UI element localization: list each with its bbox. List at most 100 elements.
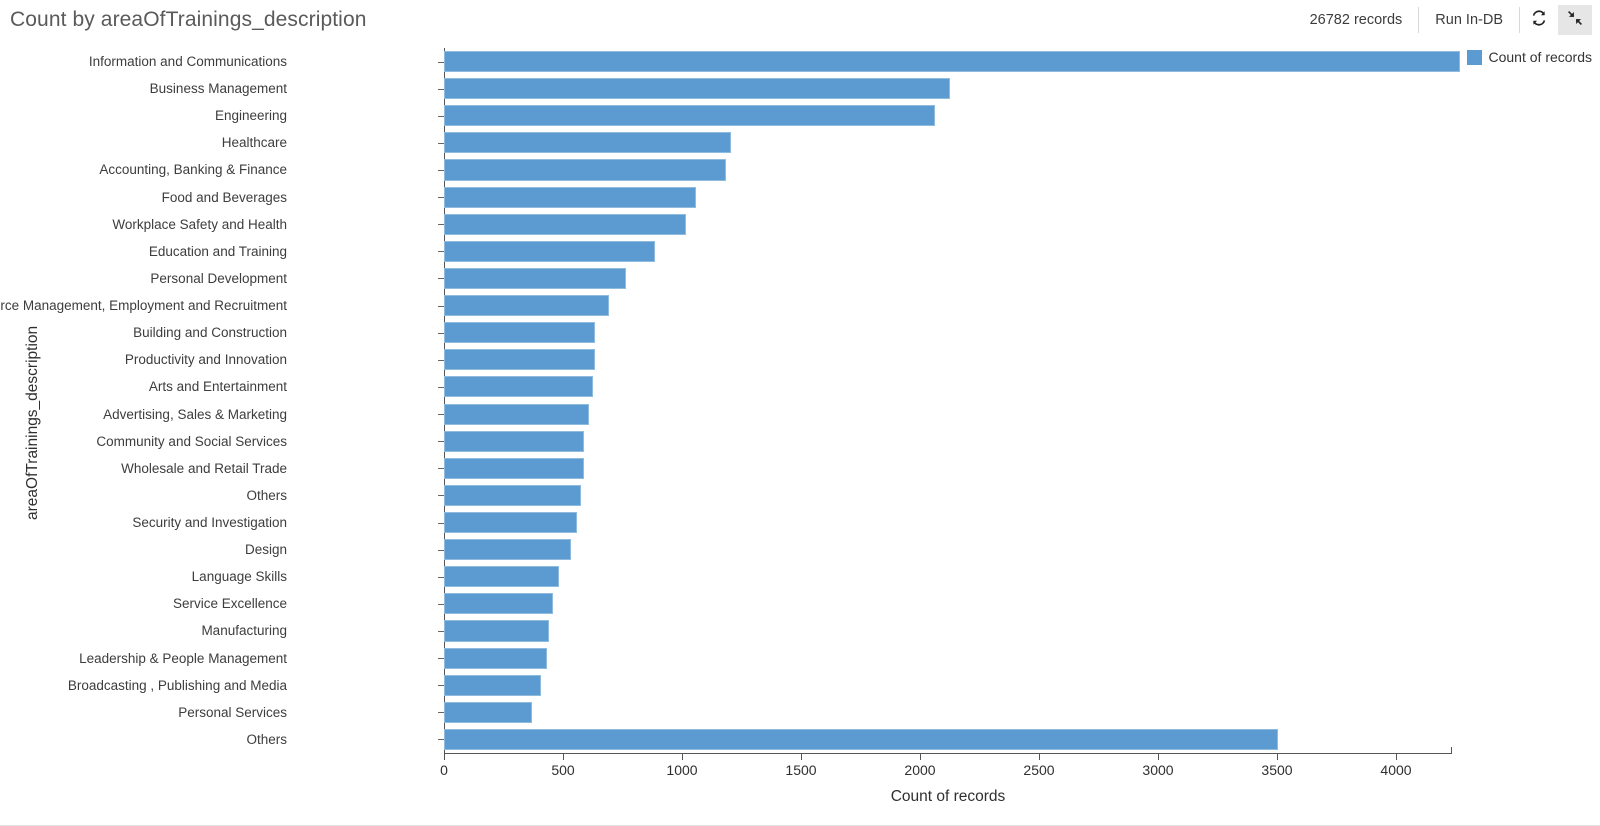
y-axis-tick-label: Healthcare: [221, 135, 287, 151]
bar[interactable]: [444, 593, 553, 615]
bar-row: Personal Development: [150, 265, 1451, 292]
x-axis-title: Count of records: [890, 788, 1006, 805]
plot-area: Information and Communications Business M…: [0, 48, 1461, 753]
refresh-icon: [1530, 9, 1548, 31]
bar[interactable]: [444, 51, 1461, 73]
y-axis-tick-label: Broadcasting , Publishing and Media: [67, 677, 287, 693]
x-axis-tick: [920, 754, 921, 760]
bar[interactable]: [444, 620, 549, 642]
bar[interactable]: [444, 159, 727, 181]
bar[interactable]: [444, 457, 584, 479]
bar[interactable]: [444, 511, 577, 534]
bar[interactable]: [444, 267, 627, 290]
bar[interactable]: [444, 701, 532, 723]
bar-row: Service Excellence: [173, 590, 1451, 617]
y-axis-tick-label: Personal Services: [178, 704, 287, 720]
bar[interactable]: [444, 78, 951, 100]
bar[interactable]: [444, 376, 593, 398]
bar[interactable]: [444, 295, 609, 317]
bar-row: Language Skills: [192, 563, 1451, 590]
x-axis-tick: [682, 754, 683, 760]
x-axis-tick-label: 2500: [1023, 762, 1055, 778]
bar-row: Accounting, Banking & Finance: [99, 156, 1451, 183]
bar-row: Building and Construction: [133, 319, 1451, 346]
x-axis-tick-label: 500: [551, 762, 575, 778]
x-axis-tick-label: 4000: [1380, 762, 1412, 778]
bar-row: Arts and Entertainment: [149, 373, 1451, 400]
bar[interactable]: [444, 674, 541, 696]
x-axis-line: [444, 753, 1452, 754]
refresh-button[interactable]: [1522, 5, 1556, 35]
y-axis-tick-label: Design: [244, 542, 287, 558]
x-axis-tick: [1277, 754, 1278, 760]
bar-row: Engineering: [215, 102, 1451, 129]
bar[interactable]: [444, 484, 581, 506]
bar-row: Security and Investigation: [132, 509, 1451, 536]
y-axis-tick-label: Accounting, Banking & Finance: [99, 162, 287, 178]
bar-row: Personal Services: [178, 699, 1451, 726]
y-axis-tick-label: Arts and Entertainment: [148, 379, 287, 395]
bar[interactable]: [444, 539, 571, 561]
y-axis-tick-label: Leadership & People Management: [79, 650, 287, 666]
bar-row: Design: [245, 536, 1451, 563]
y-axis-tick-label: Food and Beverages: [161, 189, 287, 205]
bar-row: Productivity and Innovation: [125, 346, 1451, 373]
x-axis-end-cap: [1451, 747, 1452, 754]
x-axis-tick: [1039, 754, 1040, 760]
record-count-label: 26782 records: [1309, 12, 1403, 28]
bar-row: Others: [246, 482, 1451, 509]
x-axis-tick-label: 0: [440, 762, 448, 778]
y-axis-tick-label: Others: [246, 731, 287, 747]
bar[interactable]: [444, 647, 547, 669]
bar[interactable]: [444, 566, 559, 588]
page-title: Count by areaOfTrainings_description: [10, 8, 367, 31]
y-axis-tick-label: Human Resource Management, Employment an…: [0, 298, 287, 314]
y-axis-tick-label: Security and Investigation: [132, 514, 287, 530]
header-toolbar: 26782 records Run In-DB: [1294, 3, 1592, 37]
bar[interactable]: [444, 322, 595, 344]
y-axis-tick-label: Personal Development: [150, 270, 287, 286]
bar[interactable]: [444, 728, 1279, 750]
chart-canvas: areaOfTrainings_description Information …: [0, 40, 1600, 826]
y-axis-tick-label: Wholesale and Retail Trade: [121, 460, 287, 476]
bar-row: Education and Training: [149, 238, 1451, 265]
bar[interactable]: [444, 213, 686, 235]
bar-row: Business Management: [150, 75, 1451, 102]
bar-row: Leadership & People Management: [79, 645, 1451, 672]
x-axis-tick-label: 1000: [666, 762, 698, 778]
bar[interactable]: [444, 186, 696, 208]
y-axis-tick-label: Education and Training: [148, 243, 287, 259]
y-axis-tick-label: Community and Social Services: [96, 433, 287, 449]
y-axis-tick-label: Service Excellence: [172, 596, 287, 612]
toolbar-divider-2: [1519, 7, 1520, 33]
y-axis-tick-label: Engineering: [214, 108, 287, 124]
bar-row: Broadcasting , Publishing and Media: [68, 672, 1451, 699]
x-axis-tick-label: 2000: [904, 762, 936, 778]
bar[interactable]: [444, 132, 731, 154]
y-axis-tick-label: Language Skills: [191, 569, 287, 585]
bar[interactable]: [444, 430, 584, 452]
bar-row: Human Resource Management, Employment an…: [0, 292, 1451, 319]
bar-row: Wholesale and Retail Trade: [121, 455, 1451, 482]
run-in-db-button[interactable]: Run In-DB: [1419, 12, 1519, 28]
bar[interactable]: [444, 403, 589, 425]
bar-row: Community and Social Services: [96, 428, 1451, 455]
chart-header: Count by areaOfTrainings_description 267…: [0, 0, 1600, 40]
y-axis-tick-label: Productivity and Innovation: [124, 352, 287, 368]
x-axis-tick: [801, 754, 802, 760]
y-axis-tick-label: Building and Construction: [133, 325, 287, 341]
y-axis-tick-label: Advertising, Sales & Marketing: [103, 406, 287, 422]
bar[interactable]: [444, 105, 936, 127]
y-axis-tick-label: Workplace Safety and Health: [112, 216, 287, 232]
x-axis-tick-label: 3500: [1261, 762, 1293, 778]
bar-row: Food and Beverages: [162, 184, 1451, 211]
bar[interactable]: [444, 349, 595, 371]
bar-row: Others: [246, 726, 1451, 753]
collapse-arrows-icon: [1566, 9, 1584, 31]
y-axis-tick-label: Information and Communications: [88, 54, 287, 69]
x-axis-tick: [444, 754, 445, 760]
y-axis-tick-label: Business Management: [149, 81, 287, 97]
collapse-button[interactable]: [1558, 5, 1592, 35]
bar[interactable]: [444, 240, 656, 262]
x-axis-tick-label: 1500: [785, 762, 817, 778]
